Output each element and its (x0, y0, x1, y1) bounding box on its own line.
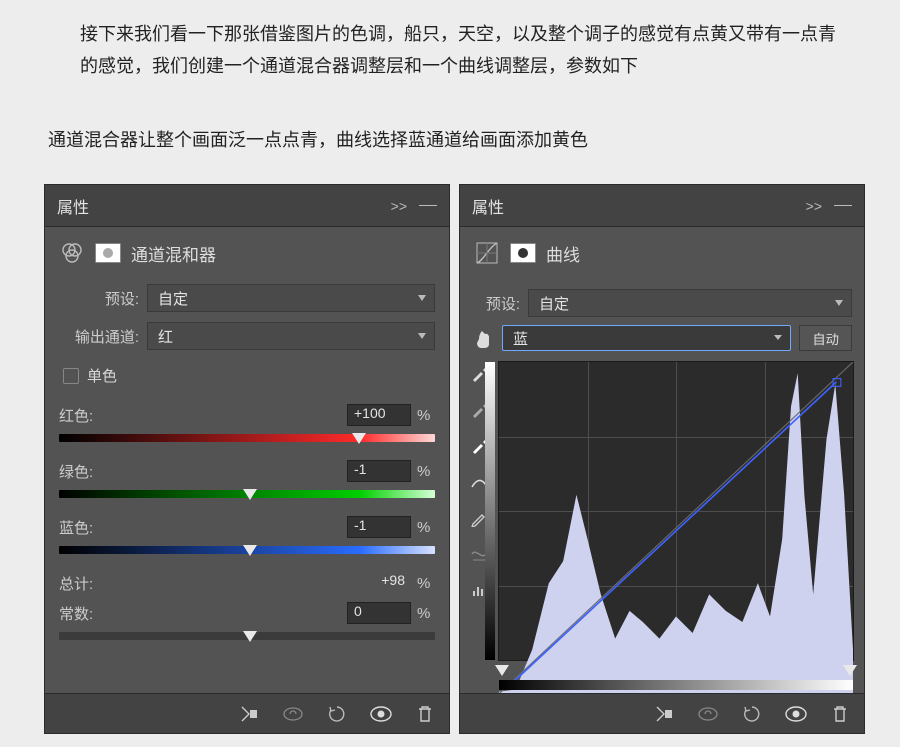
channel-select[interactable]: 蓝 (502, 325, 791, 351)
view-previous-icon[interactable] (696, 702, 720, 726)
red-slider: 红色: +100 % (45, 402, 449, 458)
view-previous-icon[interactable] (281, 702, 305, 726)
curves-graph[interactable] (498, 361, 854, 661)
horizontal-gradient (499, 680, 853, 690)
targeted-adjust-icon[interactable] (472, 327, 494, 349)
blue-slider: 蓝色: -1 % (45, 514, 449, 570)
adjustment-type-label: 通道混和器 (131, 241, 216, 266)
preset-label: 预设: (59, 288, 139, 309)
preset-row: 预设: 自定 (472, 285, 852, 321)
green-label: 绿色: (59, 461, 93, 482)
preset-value: 自定 (539, 293, 569, 314)
preset-row: 预设: 自定 (45, 279, 449, 317)
reset-icon[interactable] (740, 702, 764, 726)
output-channel-value: 红 (158, 326, 173, 347)
total-label: 总计: (59, 573, 93, 594)
panel-title: 属性 (57, 194, 89, 218)
vertical-gradient (485, 362, 495, 660)
intro-text: 接下来我们看一下那张借鉴图片的色调，船只，天空，以及整个调子的感觉有点黄又带有一… (80, 18, 840, 83)
collapse-icon[interactable]: >> (802, 198, 826, 214)
red-track[interactable] (59, 434, 435, 442)
panel-title: 属性 (472, 194, 504, 218)
channel-row: 蓝 自动 (472, 321, 852, 355)
preset-select[interactable]: 自定 (147, 284, 435, 312)
preset-label: 预设: (472, 293, 520, 314)
preset-value: 自定 (158, 288, 188, 309)
panel-footer (45, 693, 449, 733)
preset-select[interactable]: 自定 (528, 289, 852, 317)
constant-track[interactable] (59, 632, 435, 640)
mask-icon[interactable] (510, 240, 536, 266)
green-input[interactable]: -1 (347, 460, 411, 482)
output-channel-label: 输出通道: (59, 326, 139, 347)
output-channel-row: 输出通道: 红 (45, 317, 449, 355)
clip-to-layer-icon[interactable] (237, 702, 261, 726)
clip-to-layer-icon[interactable] (652, 702, 676, 726)
red-input[interactable]: +100 (347, 404, 411, 426)
monochrome-row[interactable]: 单色 (45, 355, 449, 402)
channel-mixer-panel: 属性 >> 通道混和器 预设: 自定 输出通道: 红 单色 红色: +100 % (44, 184, 450, 734)
blue-input[interactable]: -1 (347, 516, 411, 538)
red-pct: % (417, 407, 435, 424)
collapse-icon[interactable]: >> (387, 198, 411, 214)
blue-label: 蓝色: (59, 517, 93, 538)
adjustment-type-row: 曲线 (460, 227, 864, 279)
green-slider: 绿色: -1 % (45, 458, 449, 514)
constant-slider: 常数: 0 % (45, 600, 449, 656)
adjustment-type-row: 通道混和器 (45, 227, 449, 279)
visibility-icon[interactable] (784, 702, 808, 726)
monochrome-checkbox[interactable] (63, 368, 79, 384)
reset-icon[interactable] (325, 702, 349, 726)
black-point-thumb[interactable] (495, 665, 509, 676)
channel-mixer-icon (59, 240, 85, 266)
delete-icon[interactable] (413, 702, 437, 726)
blue-pct: % (417, 519, 435, 536)
auto-button[interactable]: 自动 (799, 325, 852, 351)
curves-icon (474, 240, 500, 266)
constant-pct: % (417, 605, 435, 622)
total-value: +98 (353, 572, 411, 594)
blue-track[interactable] (59, 546, 435, 554)
delete-icon[interactable] (828, 702, 852, 726)
menu-icon[interactable] (834, 205, 852, 206)
sub-text: 通道混合器让整个画面泛一点点青，曲线选择蓝通道给画面添加黄色 (48, 126, 588, 152)
constant-input[interactable]: 0 (347, 602, 411, 624)
curve-line (499, 362, 853, 694)
visibility-icon[interactable] (369, 702, 393, 726)
red-label: 红色: (59, 405, 93, 426)
green-pct: % (417, 463, 435, 480)
panel-header: 属性 >> (460, 185, 864, 227)
constant-label: 常数: (59, 603, 93, 624)
panel-footer (460, 693, 864, 733)
panel-header: 属性 >> (45, 185, 449, 227)
total-pct: % (417, 575, 435, 592)
menu-icon[interactable] (419, 205, 437, 206)
green-track[interactable] (59, 490, 435, 498)
mask-icon[interactable] (95, 240, 121, 266)
output-channel-select[interactable]: 红 (147, 322, 435, 350)
curves-panel: 属性 >> 曲线 预设: 自定 蓝 自动 (459, 184, 865, 734)
channel-value: 蓝 (513, 328, 528, 349)
white-point-thumb[interactable] (843, 665, 857, 676)
adjustment-type-label: 曲线 (546, 241, 580, 266)
total-row: 总计: +98 % (45, 570, 449, 600)
monochrome-label: 单色 (87, 365, 117, 386)
